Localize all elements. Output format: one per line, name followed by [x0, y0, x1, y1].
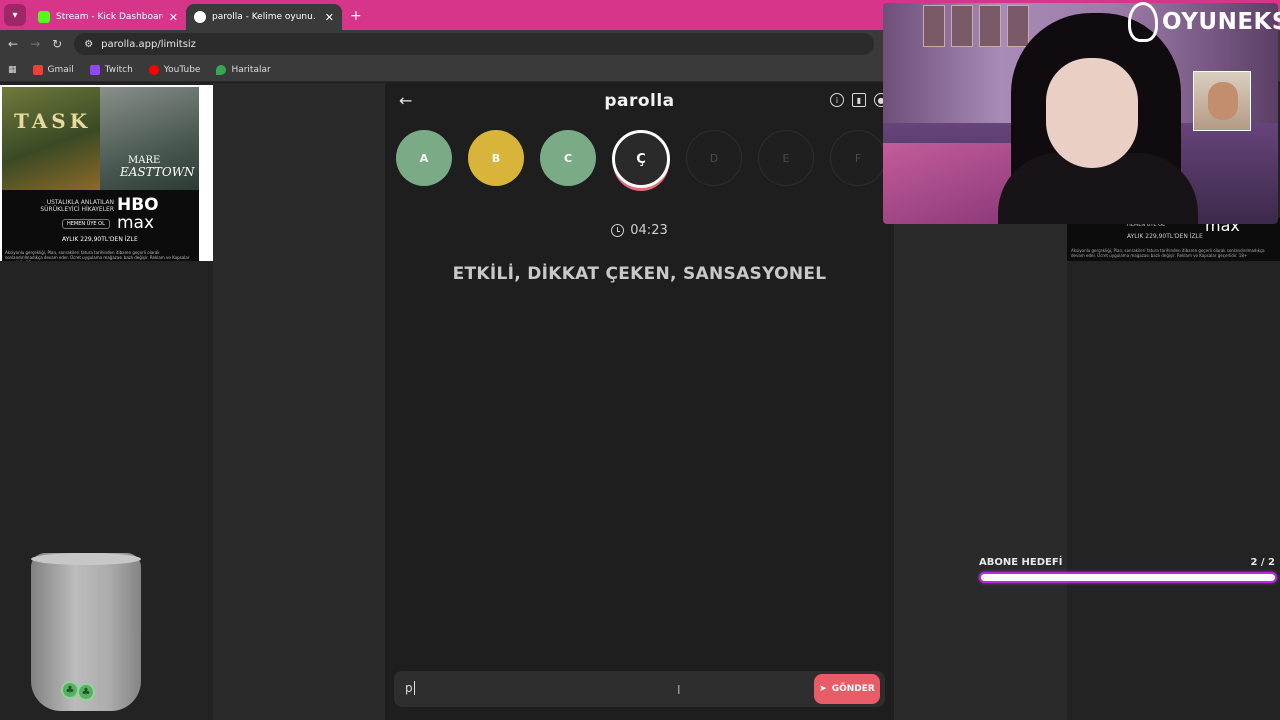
screen: ▾ Stream - Kick Dashboard ✕ parolla - Ke…	[0, 0, 1280, 720]
tab-parolla[interactable]: parolla - Kelime oyunu. Günlük ✕	[186, 4, 342, 30]
letter-f: F	[830, 130, 886, 186]
bookmark-maps[interactable]: Haritalar	[216, 64, 271, 75]
youtube-icon	[148, 64, 159, 75]
letter-wheel: A B C Ç D E F	[396, 130, 886, 188]
answer-input[interactable]: p	[405, 681, 415, 695]
bookmark-label: Haritalar	[231, 64, 271, 75]
stats-icon[interactable]: ▮	[852, 93, 866, 107]
timer-value: 04:23	[630, 223, 668, 238]
close-icon[interactable]: ✕	[325, 11, 334, 24]
ad-tagline: USTALIKLA ANLATILAN SÜRÜKLEYİCİ HİKAYELE…	[40, 199, 114, 213]
picture-in-picture	[1193, 71, 1251, 131]
timer: 04:23	[385, 223, 894, 238]
letter-c-cedilla: Ç	[612, 130, 670, 188]
letter-d: D	[686, 130, 742, 186]
pip-face	[1208, 82, 1238, 120]
url-text: parolla.app/limitsiz	[101, 38, 196, 50]
bookmark-label: Twitch	[104, 64, 133, 75]
gmail-icon	[32, 64, 43, 75]
ad-price: AYLIK 229,90TL'DEN İZLE	[1127, 233, 1203, 240]
ad-legal: Aksiyonlu gerçekliği, Plan, sonrakileri …	[2, 249, 199, 261]
game-header: ← parolla i ▮ ●	[385, 91, 894, 113]
ad-brand: max	[117, 213, 155, 233]
brand-text: OYUNEKS	[1162, 9, 1280, 35]
answer-input-bar: p I ➤ GÖNDER	[394, 671, 885, 707]
tab-title: parolla - Kelime oyunu. Günlük	[212, 12, 319, 22]
goal-progress-bar	[979, 572, 1277, 583]
header-actions: i ▮ ●	[830, 93, 888, 107]
wall-poster	[951, 5, 973, 47]
tab-search-icon[interactable]: ▾	[4, 4, 26, 26]
letter-a: A	[396, 130, 452, 186]
goal-value: 2 / 2	[1250, 557, 1275, 568]
game-panel: ← parolla i ▮ ● A B C Ç D E F 04:23 ETKİ…	[385, 83, 894, 720]
text-cursor-icon: I	[677, 683, 681, 697]
goal-label: ABONE HEDEFİ	[979, 557, 1063, 568]
close-icon[interactable]: ✕	[169, 11, 178, 24]
bookmark-label: Gmail	[47, 64, 74, 75]
bookmark-gmail[interactable]: Gmail	[32, 64, 74, 75]
wall-poster	[979, 5, 1001, 47]
ad-banner-right[interactable]: HEMEN ÜYE OL max AYLIK 229,90TL'DEN İZLE…	[1067, 216, 1280, 261]
info-icon[interactable]: i	[830, 93, 844, 107]
subscriber-goal: ABONE HEDEFİ 2 / 2	[979, 557, 1277, 583]
stream-brand: OYUNEKS	[1128, 2, 1280, 42]
ad-show-title: EASTTOWN	[120, 165, 195, 179]
forward-icon[interactable]: →	[30, 37, 40, 51]
clue-text: ETKİLİ, DİKKAT ÇEKEN, SANSASYONEL	[452, 264, 827, 284]
ad-legal: Aksiyonlu gerçekliği, Plan, sonrakileri …	[1071, 248, 1265, 258]
brand-logo-icon	[1128, 2, 1158, 42]
reload-icon[interactable]: ↻	[52, 37, 62, 51]
kick-favicon-icon	[38, 11, 50, 23]
new-tab-icon[interactable]: +	[350, 8, 362, 24]
apps-icon[interactable]: ▦	[8, 65, 17, 75]
game-logo: parolla	[604, 91, 675, 111]
bookmark-label: YouTube	[163, 64, 201, 75]
ad-price: AYLIK 229,90TL'DEN İZLE	[62, 236, 138, 243]
send-label: GÖNDER	[831, 684, 875, 694]
glass-overlay: ♣ ♣	[31, 553, 141, 711]
streamer-face	[1046, 58, 1138, 168]
tab-kick-dashboard[interactable]: Stream - Kick Dashboard ✕	[30, 4, 186, 30]
site-info-icon[interactable]: ⚙	[84, 39, 93, 50]
ad-banner-left[interactable]: TASK MARE EASTTOWN USTALIKLA ANLATILAN S…	[0, 85, 213, 261]
url-input[interactable]: ⚙ parolla.app/limitsiz	[74, 33, 875, 55]
letter-b: B	[468, 130, 524, 186]
wall-poster	[923, 5, 945, 47]
maps-icon	[216, 64, 227, 75]
bookmark-youtube[interactable]: YouTube	[148, 64, 201, 75]
ad-brand: HBO	[117, 195, 159, 215]
letter-e: E	[758, 130, 814, 186]
ad-cta-button[interactable]: HEMEN ÜYE OL	[62, 219, 110, 229]
clock-icon	[611, 224, 625, 237]
send-button[interactable]: ➤ GÖNDER	[814, 674, 880, 704]
back-icon[interactable]: ←	[8, 37, 18, 51]
twitch-icon	[89, 64, 100, 75]
tab-title: Stream - Kick Dashboard	[56, 12, 163, 22]
parolla-favicon-icon	[194, 11, 206, 23]
webcam-bed	[883, 143, 1013, 224]
clover-icon: ♣	[77, 683, 95, 701]
glass-rim	[31, 553, 141, 565]
ad-show-title: TASK	[14, 109, 92, 133]
send-icon: ➤	[819, 684, 827, 694]
letter-c: C	[540, 130, 596, 186]
wall-poster	[1007, 5, 1029, 47]
bookmark-twitch[interactable]: Twitch	[89, 64, 133, 75]
left-gutter	[213, 83, 385, 720]
ad-poster-image	[2, 87, 100, 190]
